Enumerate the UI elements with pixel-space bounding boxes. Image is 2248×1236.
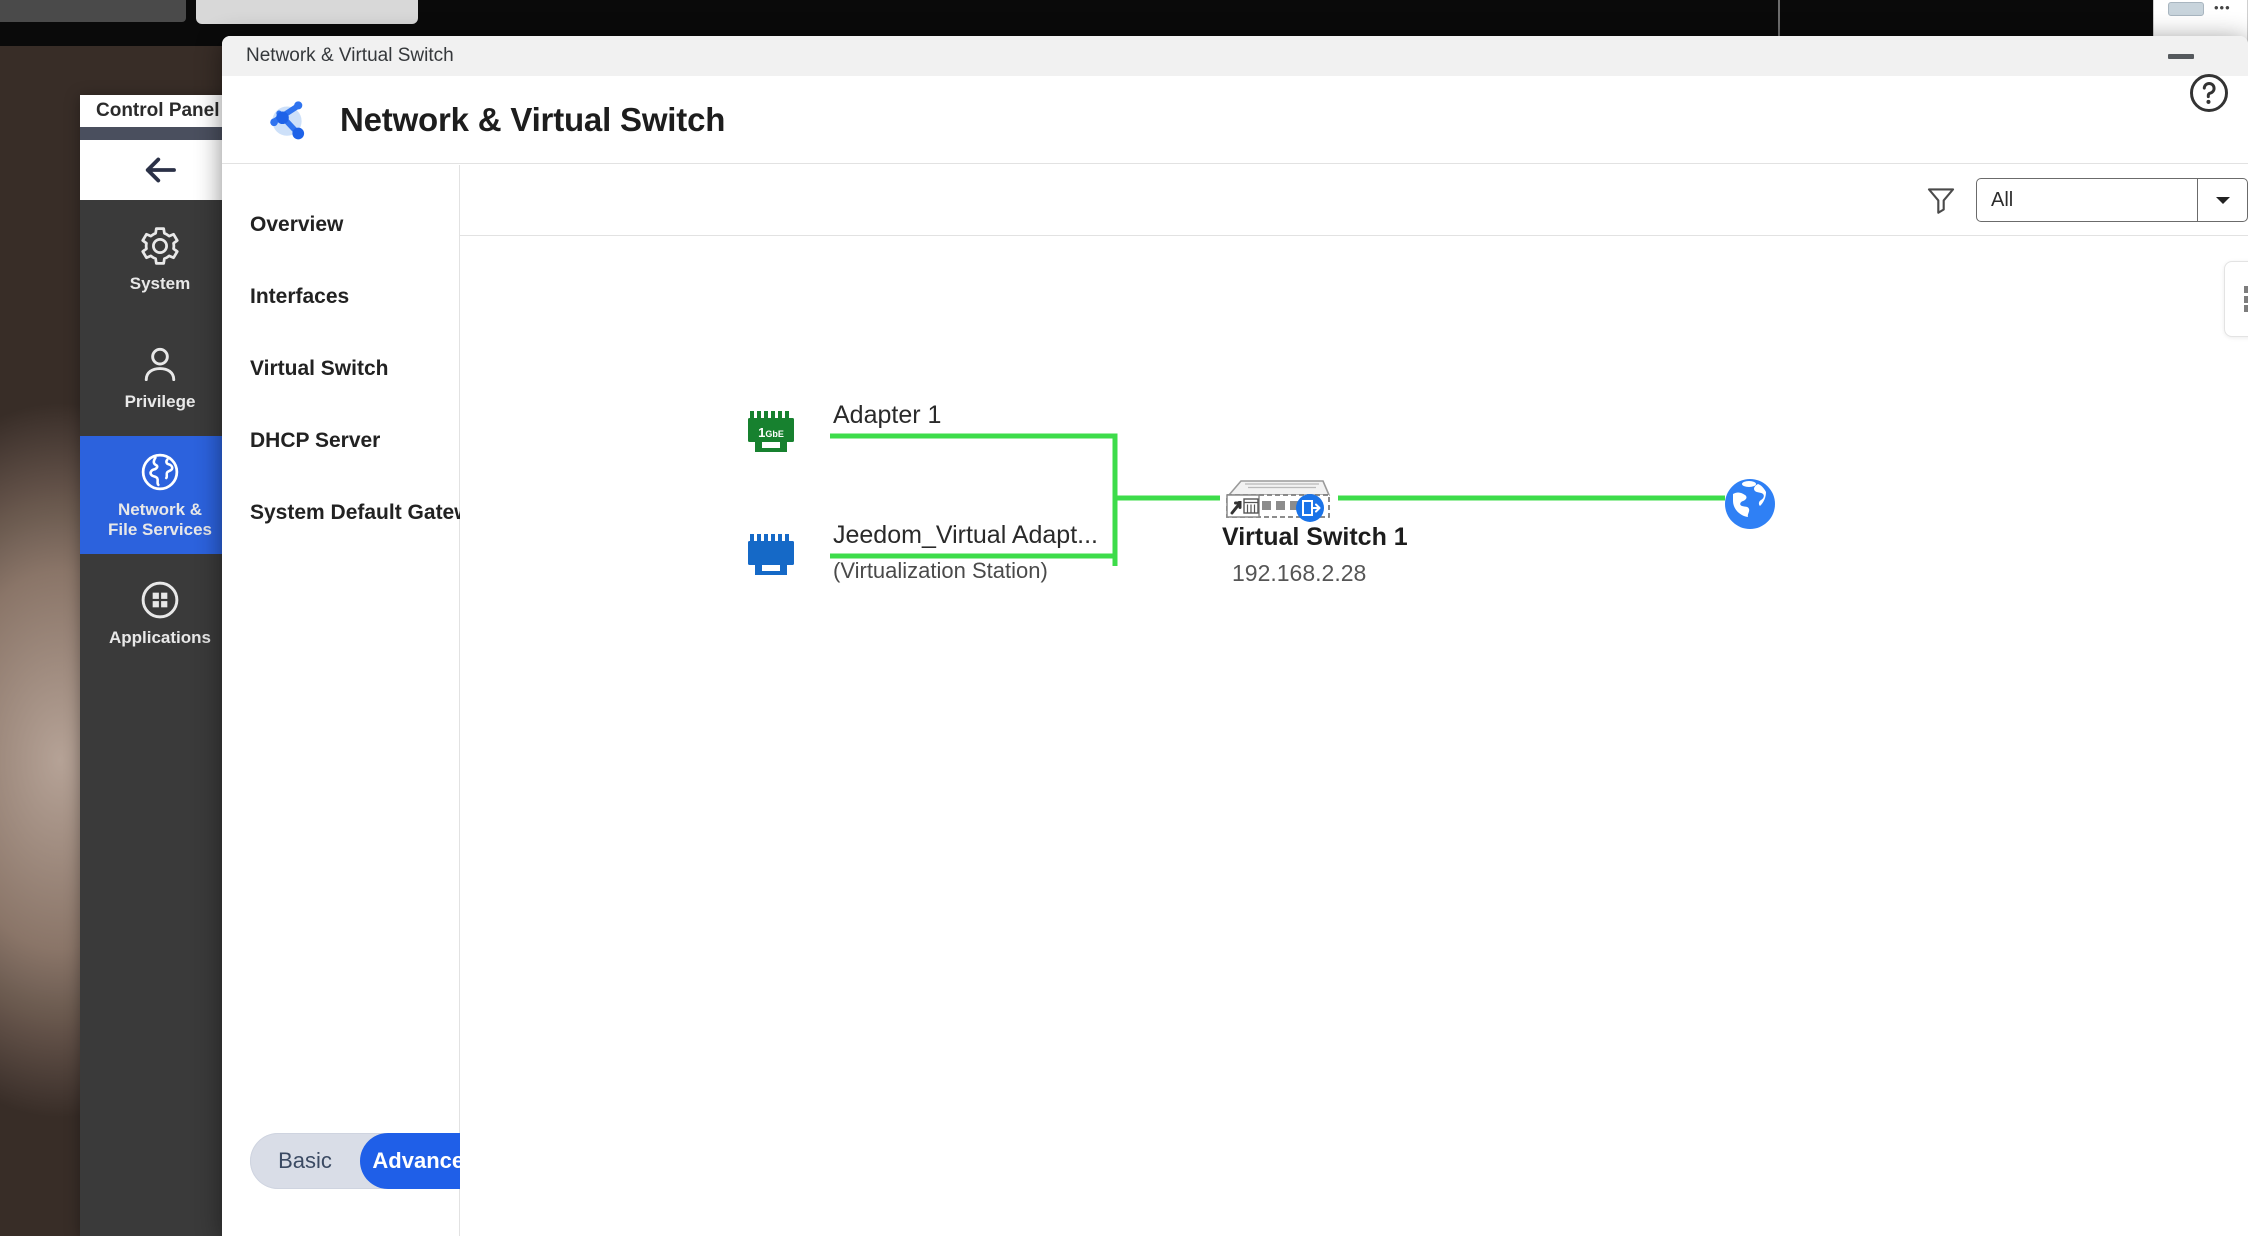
topology-canvas[interactable]: 1GbE Adapter 1 Jeedom_Virtual Adapt... (… bbox=[460, 236, 2248, 1236]
sidebar-item-privilege[interactable]: Privilege bbox=[80, 318, 240, 436]
sidebar-item-system[interactable]: System bbox=[80, 200, 240, 318]
background-browser-tab-inactive[interactable] bbox=[0, 0, 186, 22]
sidebar-item-label: Privilege bbox=[124, 392, 196, 412]
app-header: Network & Virtual Switch bbox=[222, 76, 2248, 164]
network-virtual-switch-window: Network & Virtual Switch Network & Virtu… bbox=[222, 36, 2248, 1236]
nav-item-virtual-switch[interactable]: Virtual Switch bbox=[222, 333, 459, 405]
control-panel-window: Control Panel System Privilege Network &… bbox=[80, 95, 240, 1236]
mini-window-button[interactable] bbox=[2168, 2, 2204, 16]
control-panel-back-button[interactable] bbox=[80, 140, 240, 200]
control-panel-nav: System Privilege Network & File Services bbox=[80, 200, 240, 1236]
nav-item-system-default-gateway[interactable]: System Default Gateway bbox=[222, 477, 494, 549]
ethernet-port-icon[interactable]: 1GbE bbox=[745, 411, 797, 459]
minimize-icon[interactable] bbox=[2168, 54, 2194, 59]
app-body: Overview Interfaces Virtual Switch DHCP … bbox=[222, 165, 2248, 1236]
app-sidebar-menu: Overview Interfaces Virtual Switch DHCP … bbox=[222, 165, 494, 549]
sidebar-item-label: Network & File Services bbox=[108, 500, 212, 539]
nav-item-label: Overview bbox=[250, 213, 344, 236]
filter-select[interactable]: All bbox=[1976, 178, 2248, 222]
sidebar-item-network-file-services[interactable]: Network & File Services bbox=[80, 436, 240, 554]
help-circle-icon[interactable] bbox=[2188, 72, 2230, 114]
nav-item-label: System Default Gateway bbox=[250, 501, 494, 524]
sidebar-item-label: System bbox=[129, 274, 191, 294]
grid-icon bbox=[141, 581, 179, 619]
nav-item-label: DHCP Server bbox=[250, 429, 381, 452]
toolbar: All bbox=[460, 165, 2248, 236]
nav-item-label: Interfaces bbox=[250, 285, 350, 308]
control-panel-titlebar[interactable]: Control Panel bbox=[80, 95, 240, 127]
sidebar-item-applications[interactable]: Applications bbox=[80, 554, 240, 672]
app-sidebar: Overview Interfaces Virtual Switch DHCP … bbox=[222, 165, 494, 1236]
nav-item-label: Virtual Switch bbox=[250, 357, 389, 380]
network-switch-icon bbox=[270, 100, 305, 139]
control-panel-title: Control Panel bbox=[96, 100, 220, 121]
node-ip-virtual-switch: 192.168.2.28 bbox=[1232, 560, 1367, 586]
page-title: Network & Virtual Switch bbox=[340, 100, 726, 138]
node-label-adapter2: Jeedom_Virtual Adapt... bbox=[833, 521, 1098, 549]
app-window-title: Network & Virtual Switch bbox=[246, 45, 454, 66]
node-label-virtual-switch: Virtual Switch 1 bbox=[1222, 523, 1408, 551]
mini-window-more-icon[interactable]: ••• bbox=[2214, 1, 2231, 14]
app-titlebar[interactable]: Network & Virtual Switch bbox=[222, 36, 2248, 76]
control-panel-accent-bar bbox=[80, 127, 240, 140]
chevron-down-icon[interactable] bbox=[2197, 179, 2247, 221]
mode-toggle[interactable]: Basic Advanced bbox=[250, 1133, 490, 1189]
nav-item-overview[interactable]: Overview bbox=[222, 189, 459, 261]
nav-item-dhcp-server[interactable]: DHCP Server bbox=[222, 405, 459, 477]
node-label-adapter1: Adapter 1 bbox=[833, 401, 942, 429]
gear-icon bbox=[141, 227, 179, 266]
node-sublabel-adapter2: (Virtualization Station) bbox=[833, 558, 1048, 583]
globe-icon bbox=[141, 454, 179, 491]
filter-select-value: All bbox=[1991, 188, 2014, 211]
user-icon bbox=[144, 348, 176, 382]
main-panel: All 1GbE Adapter 1 Jeedom_Virtual Adapt.… bbox=[460, 165, 2248, 1236]
funnel-icon[interactable] bbox=[1924, 183, 1958, 217]
mode-basic-button[interactable]: Basic bbox=[250, 1133, 360, 1189]
sidebar-item-label: Applications bbox=[108, 628, 211, 648]
ethernet-port-icon[interactable] bbox=[745, 534, 797, 582]
background-browser-tab-active[interactable] bbox=[196, 0, 418, 24]
nav-item-interfaces[interactable]: Interfaces bbox=[222, 261, 459, 333]
globe-icon[interactable] bbox=[1722, 476, 1778, 532]
back-arrow-icon bbox=[145, 157, 176, 183]
